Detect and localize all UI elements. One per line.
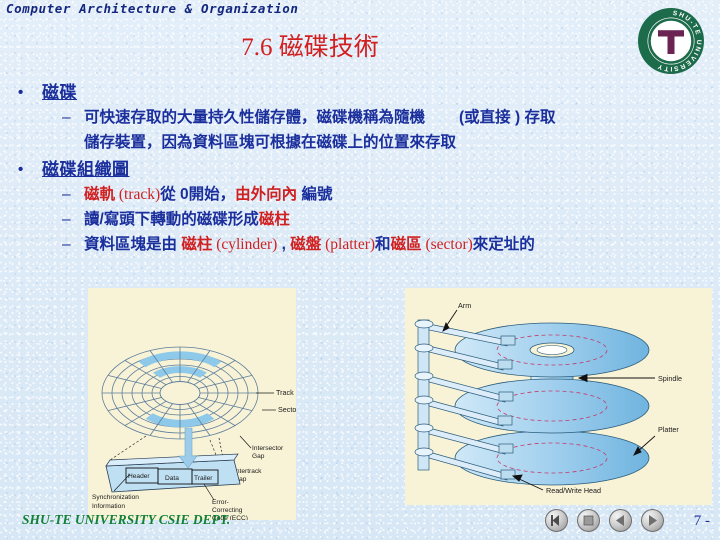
label-spindle: Spindle	[658, 374, 682, 383]
platter-top	[454, 322, 650, 378]
slide-canvas: Computer Architecture & Organization 7.6…	[0, 0, 720, 540]
bullet-label-disk-org: 磁碟組織圖	[42, 160, 130, 179]
label-track: Track	[276, 388, 294, 397]
footer-organization: SHU-TE UNIVERSITY CSIE DEPT.	[22, 512, 231, 527]
label-sector: Sector	[278, 405, 296, 414]
sub-bullet-marker: –	[62, 109, 71, 126]
sub-bullet-marker: –	[62, 236, 71, 253]
sub-bullet-line1a: 可快速存取的大量持久性儲存體，磁碟機稱為隨機	[84, 109, 426, 126]
svg-text:Information: Information	[92, 503, 125, 510]
label-read-write-head: Read/Write Head	[546, 486, 601, 495]
bullet-marker: •	[18, 161, 24, 178]
label-platter: Platter	[658, 425, 679, 434]
slide-navigation	[545, 509, 664, 532]
svg-text:Gap: Gap	[252, 453, 265, 460]
bullet-marker: •	[18, 84, 24, 101]
sub-bullet-cylinder: – 讀/寫頭下轉動的磁碟形成磁柱	[62, 207, 708, 232]
nav-previous-button[interactable]	[609, 509, 632, 532]
bullet-item-disk: • 磁碟	[18, 82, 708, 104]
disk-track-sector-figure: Track Sector Intersector Gap Intertrack …	[88, 288, 296, 520]
sub-bullet-line2: 儲存裝置，因為資料區塊可根據在磁碟上的位置來存取	[84, 134, 457, 151]
sub-bullet-text: 可快速存取的大量持久性儲存體，磁碟機稱為隨機 (或直接 ) 存取 儲存裝置，因為資…	[84, 105, 708, 155]
nav-first-slide-button[interactable]	[545, 509, 568, 532]
sub-bullet-line1b: (或直接 ) 存取	[459, 109, 556, 126]
sub-bullet-cylinder-text: 讀/寫頭下轉動的磁碟形成磁柱	[84, 211, 290, 228]
label-sync-information: Synchronization	[92, 494, 139, 501]
label-trailer: Trailer	[194, 475, 213, 482]
platter-middle	[454, 378, 650, 434]
slide-body: • 磁碟 – 可快速存取的大量持久性儲存體，磁碟機稱為隨機 (或直接 ) 存取 儲…	[18, 82, 708, 257]
sub-bullet-marker: –	[62, 211, 71, 228]
bullet-item-disk-org: • 磁碟組織圖	[18, 159, 708, 181]
label-header: Header	[128, 473, 150, 480]
label-ecc: Error-	[212, 499, 229, 506]
label-intersector-gap: Intersector	[252, 445, 284, 452]
label-data: Data	[165, 475, 179, 482]
sub-bullet-block-addr: – 資料區塊是由 磁柱 (cylinder) , 磁盤 (platter)和磁區…	[62, 232, 708, 257]
nav-home-button[interactable]	[577, 509, 600, 532]
page-number: 7 -	[693, 513, 710, 529]
label-intertrack-gap: Intertrack	[234, 468, 262, 475]
disk-platter-stack-figure: Arm Spindle Platter Read/Write Head	[405, 288, 712, 505]
sub-bullet-track: – 磁軌 (track)從 0開始，由外向內 編號	[62, 182, 708, 207]
sub-bullet-track-text: 磁軌 (track)從 0開始，由外向內 編號	[84, 186, 333, 203]
course-header: Computer Architecture & Organization	[6, 1, 299, 16]
page-title: 7.6 磁碟技術	[241, 34, 379, 61]
sub-bullet-block-addr-text: 資料區塊是由 磁柱 (cylinder) , 磁盤 (platter)和磁區 (…	[84, 236, 535, 253]
sub-bullet-marker: –	[62, 186, 71, 203]
bullet-label-disk: 磁碟	[42, 83, 77, 102]
sub-bullet-disk-desc: – 可快速存取的大量持久性儲存體，磁碟機稱為隨機 (或直接 ) 存取 儲存裝置，因…	[62, 105, 708, 155]
university-logo: SHU-TE UNIVERSITY	[634, 4, 708, 78]
nav-next-button[interactable]	[641, 509, 664, 532]
platter-bottom	[454, 430, 650, 486]
label-arm: Arm	[458, 301, 471, 310]
